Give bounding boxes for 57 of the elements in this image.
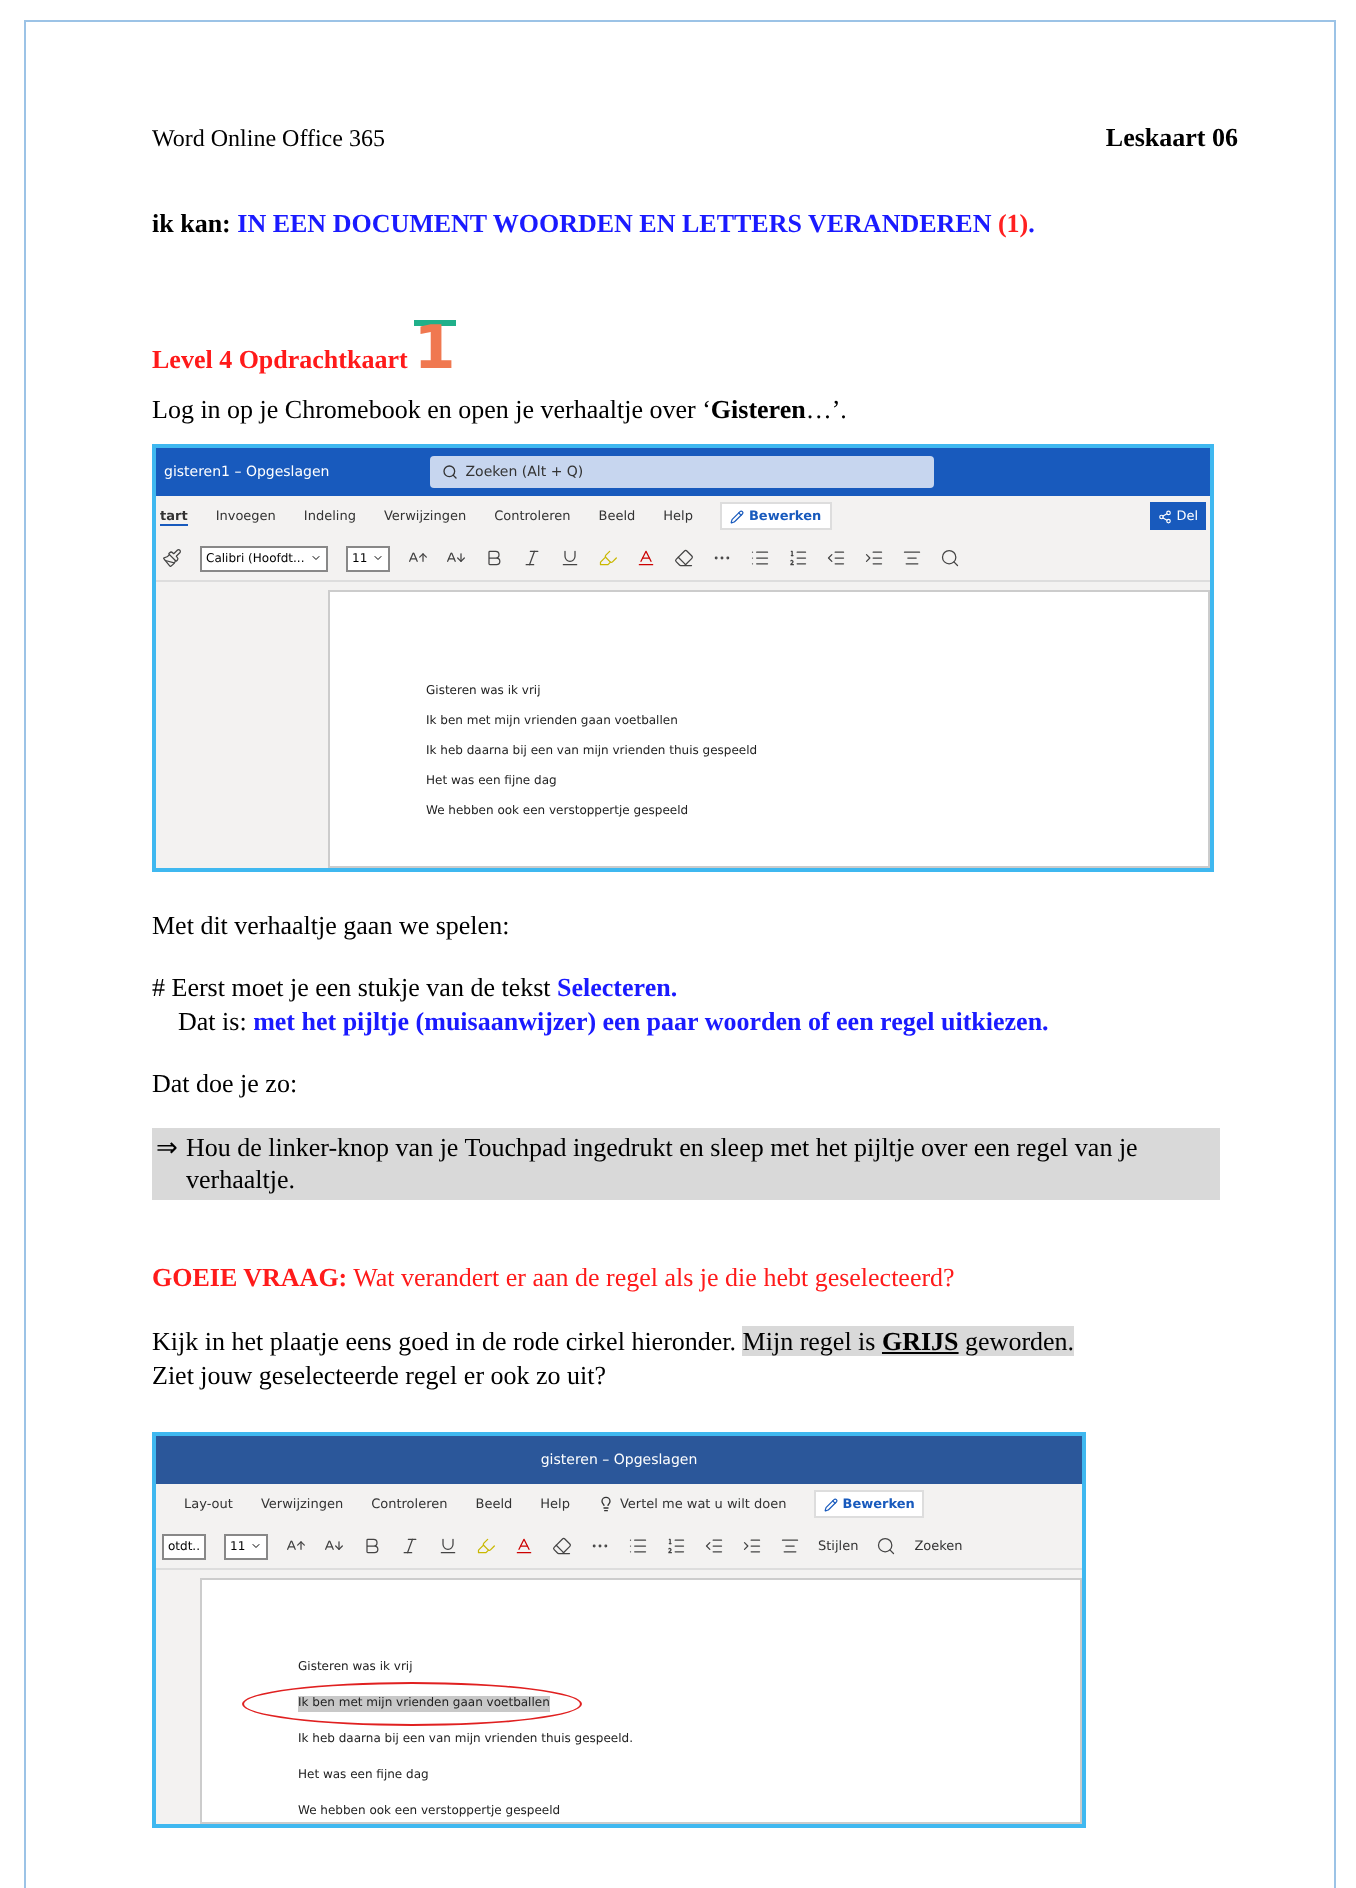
- increase-indent-icon[interactable]: [742, 1536, 762, 1556]
- step-text: Dat is:: [178, 1006, 247, 1036]
- step-key-text: met het pijltje (muisaanwijzer) een paar woorden of een regel uitkiezen.: [253, 1006, 1049, 1036]
- lightbulb-icon: [597, 1496, 614, 1512]
- goal-mark: (1): [997, 208, 1029, 238]
- body-text: Kijk in het plaatje eens goed in de rode cirkel hieronder.: [152, 1326, 737, 1356]
- italic-icon[interactable]: [400, 1536, 420, 1556]
- font-color-icon[interactable]: [636, 548, 656, 568]
- question-text: Wat verandert er aan de regel als je die hebt geselecteerd?: [353, 1262, 955, 1292]
- chevron-icon: [372, 552, 384, 564]
- goal-text: IN EEN DOCUMENT WOORDEN EN LETTERS VERANDEREN: [237, 208, 992, 238]
- body-text: Ziet jouw geselecteerde regel er ook zo uit?: [152, 1360, 607, 1390]
- numbered-list-icon[interactable]: [788, 548, 808, 568]
- step-text: # Eerst moet je een stukje van de tekst: [152, 972, 551, 1002]
- clear-format-icon[interactable]: [552, 1536, 572, 1556]
- body-text: Dat doe je zo:: [152, 1068, 298, 1098]
- chevron-icon: [310, 552, 322, 564]
- question-label: GOEIE VRAAG:: [152, 1262, 348, 1292]
- instruction-text: Hou de linker-knop van je Touchpad ingedrukt en sleep met het pijltje over een regel van je verhaaltje.: [186, 1132, 1140, 1196]
- search-icon[interactable]: [876, 1536, 897, 1556]
- bullet-list-icon[interactable]: [750, 548, 770, 568]
- search-icon[interactable]: [940, 548, 960, 568]
- bullet-list-icon[interactable]: [628, 1536, 648, 1556]
- intro-text: Log in op je Chromebook en open je verhaaltje over ‘Gisteren…’.: [152, 394, 847, 424]
- italic-icon[interactable]: [522, 548, 542, 568]
- step-key-text: Selecteren.: [557, 972, 678, 1002]
- body-text: Met dit verhaaltje gaan we spelen:: [152, 910, 510, 940]
- pencil-icon: [824, 1497, 839, 1511]
- clear-format-icon[interactable]: [674, 548, 694, 568]
- arrow-symbol: ⇒: [156, 1132, 178, 1166]
- grow-font-icon[interactable]: [408, 548, 428, 568]
- align-icon[interactable]: [902, 548, 922, 568]
- grow-font-icon[interactable]: [286, 1536, 306, 1556]
- shrink-font-icon[interactable]: [324, 1536, 344, 1556]
- search-icon: [441, 464, 458, 480]
- align-icon[interactable]: [780, 1536, 800, 1556]
- decrease-indent-icon[interactable]: [704, 1536, 724, 1556]
- level-title: Level 4 Opdrachtkaart: [152, 344, 408, 374]
- header-card-number: Leskaart 06: [1105, 122, 1238, 154]
- bold-icon[interactable]: [362, 1536, 382, 1556]
- shrink-font-icon[interactable]: [446, 548, 466, 568]
- highlighted-text: Mijn regel is GRIJS geworden.: [742, 1326, 1075, 1356]
- pencil-icon: [730, 509, 745, 523]
- header-text: Word Online Office 365: [152, 124, 385, 154]
- font-color-icon[interactable]: [514, 1536, 534, 1556]
- numbered-list-icon[interactable]: [666, 1536, 686, 1556]
- share-icon: [1158, 509, 1173, 523]
- goal-label: ik kan:: [152, 208, 231, 238]
- decrease-indent-icon[interactable]: [826, 548, 846, 568]
- goal-period: .: [1028, 208, 1035, 238]
- underline-icon[interactable]: [560, 548, 580, 568]
- increase-indent-icon[interactable]: [864, 548, 884, 568]
- number-logo: 1: [413, 320, 456, 374]
- chevron-icon: [250, 1540, 262, 1552]
- bold-icon[interactable]: [484, 548, 504, 568]
- underline-icon[interactable]: [438, 1536, 458, 1556]
- format-painter-icon[interactable]: [162, 548, 182, 568]
